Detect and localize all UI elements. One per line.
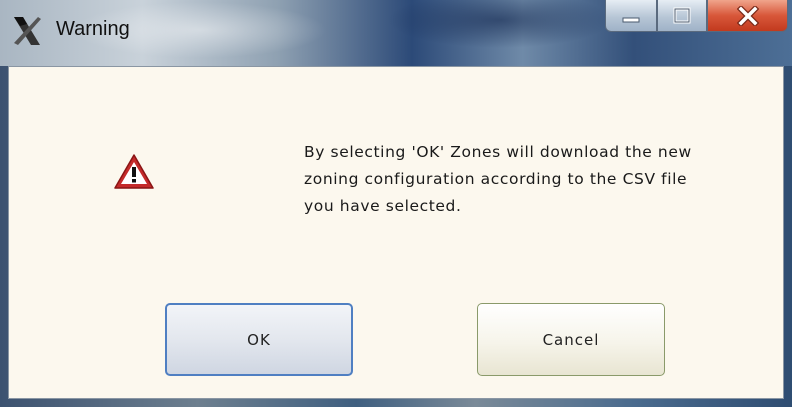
ok-button[interactable]: OK xyxy=(165,303,353,376)
message-line: you have selected. xyxy=(304,197,462,215)
message-line: zoning configuration according to the CS… xyxy=(304,170,688,188)
message-line: By selecting 'OK' Zones will download th… xyxy=(304,143,692,161)
title-bar[interactable]: Warning xyxy=(0,0,792,66)
maximize-icon xyxy=(673,7,691,23)
warning-triangle-icon xyxy=(114,154,154,189)
x-app-icon xyxy=(14,17,41,45)
maximize-button[interactable] xyxy=(657,0,707,32)
minimize-icon xyxy=(622,17,640,22)
dialog-body: By selecting 'OK' Zones will download th… xyxy=(8,66,784,399)
warning-message: By selecting 'OK' Zones will download th… xyxy=(304,139,764,220)
cancel-button[interactable]: Cancel xyxy=(477,303,665,376)
close-button[interactable] xyxy=(707,0,788,32)
close-icon xyxy=(736,5,759,26)
window-title: Warning xyxy=(56,18,130,40)
warning-window: Warning By selecting 'OK' Zones will dow… xyxy=(0,0,792,407)
minimize-button[interactable] xyxy=(605,0,657,32)
